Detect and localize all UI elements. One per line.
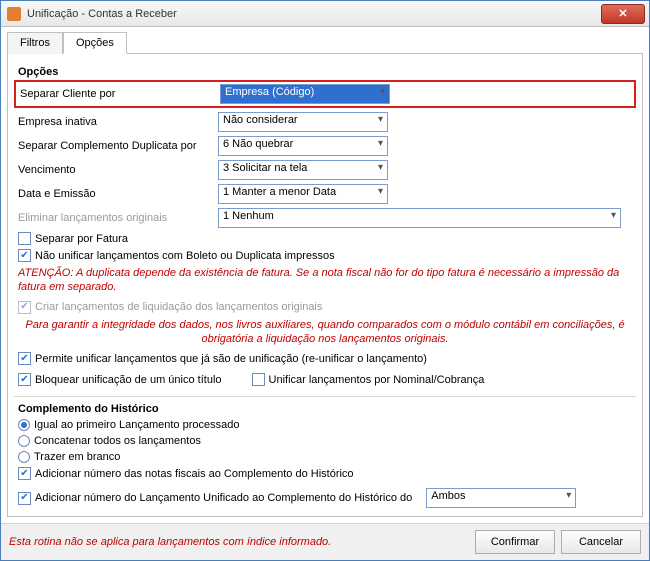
close-button[interactable]: ✕ — [601, 4, 645, 24]
select-eliminar[interactable]: 1 Nenhum — [218, 208, 621, 228]
dialog-window: Unificação - Contas a Receber ✕ Filtros … — [0, 0, 650, 561]
label-data-emissao: Data e Emissão — [18, 188, 218, 200]
label-igual-primeiro: Igual ao primeiro Lançamento processado — [34, 419, 239, 431]
tab-strip: Filtros Opções — [7, 31, 643, 53]
tab-opcoes[interactable]: Opções — [63, 32, 127, 54]
warning-atencao: ATENÇÃO: A duplicata depende da existênc… — [18, 266, 632, 295]
checkbox-adicionar-unificado[interactable] — [18, 492, 31, 505]
checkbox-adicionar-nf[interactable] — [18, 467, 31, 480]
confirm-button[interactable]: Confirmar — [475, 530, 555, 554]
highlight-separar-cliente: Separar Cliente por Empresa (Código) — [14, 80, 636, 108]
label-trazer-branco: Trazer em branco — [34, 451, 120, 463]
footer: Esta rotina não se aplica para lançament… — [1, 523, 649, 560]
label-bloquear-unico: Bloquear unificação de um único título — [35, 374, 222, 386]
label-criar-liquidacao: Criar lançamentos de liquidação dos lanç… — [35, 301, 322, 313]
label-empresa-inativa: Empresa inativa — [18, 116, 218, 128]
label-adicionar-unificado: Adicionar número do Lançamento Unificado… — [35, 492, 412, 504]
group-complemento-title: Complemento do Histórico — [18, 403, 632, 415]
label-nao-unificar-boleto: Não unificar lançamentos com Boleto ou D… — [35, 250, 335, 262]
select-separar-complemento[interactable]: 6 Não quebrar — [218, 136, 388, 156]
app-icon — [7, 7, 21, 21]
radio-igual-primeiro[interactable] — [18, 419, 30, 431]
select-ambos[interactable]: Ambos — [426, 488, 576, 508]
label-concatenar: Concatenar todos os lançamentos — [34, 435, 201, 447]
checkbox-nao-unificar-boleto[interactable] — [18, 249, 31, 262]
tab-filtros[interactable]: Filtros — [7, 32, 63, 54]
checkbox-bloquear-unico[interactable] — [18, 373, 31, 386]
label-separar-cliente: Separar Cliente por — [20, 88, 220, 100]
label-adicionar-nf: Adicionar número das notas fiscais ao Co… — [35, 468, 354, 480]
label-vencimento: Vencimento — [18, 164, 218, 176]
select-empresa-inativa[interactable]: Não considerar — [218, 112, 388, 132]
select-separar-cliente[interactable]: Empresa (Código) — [220, 84, 390, 104]
warning-integridade: Para garantir a integridade dos dados, n… — [18, 318, 632, 347]
titlebar: Unificação - Contas a Receber ✕ — [1, 1, 649, 27]
window-title: Unificação - Contas a Receber — [27, 8, 177, 20]
checkbox-criar-liquidacao — [18, 301, 31, 314]
radio-trazer-branco[interactable] — [18, 451, 30, 463]
footer-note: Esta rotina não se aplica para lançament… — [9, 536, 331, 548]
select-data-emissao[interactable]: 1 Manter a menor Data — [218, 184, 388, 204]
client-area: Filtros Opções Opções Separar Cliente po… — [1, 27, 649, 523]
cancel-button[interactable]: Cancelar — [561, 530, 641, 554]
label-unificar-nominal: Unificar lançamentos por Nominal/Cobranç… — [269, 374, 485, 386]
checkbox-permite-reunificar[interactable] — [18, 352, 31, 365]
select-vencimento[interactable]: 3 Solicitar na tela — [218, 160, 388, 180]
label-separar-complemento: Separar Complemento Duplicata por — [18, 140, 218, 152]
checkbox-unificar-nominal[interactable] — [252, 373, 265, 386]
label-permite-reunificar: Permite unificar lançamentos que já são … — [35, 353, 427, 365]
radio-concatenar[interactable] — [18, 435, 30, 447]
label-eliminar: Eliminar lançamentos originais — [18, 212, 218, 224]
options-panel: Opções Separar Cliente por Empresa (Códi… — [7, 53, 643, 517]
label-separar-fatura: Separar por Fatura — [35, 233, 128, 245]
checkbox-separar-fatura[interactable] — [18, 232, 31, 245]
group-opcoes-title: Opções — [18, 66, 632, 78]
